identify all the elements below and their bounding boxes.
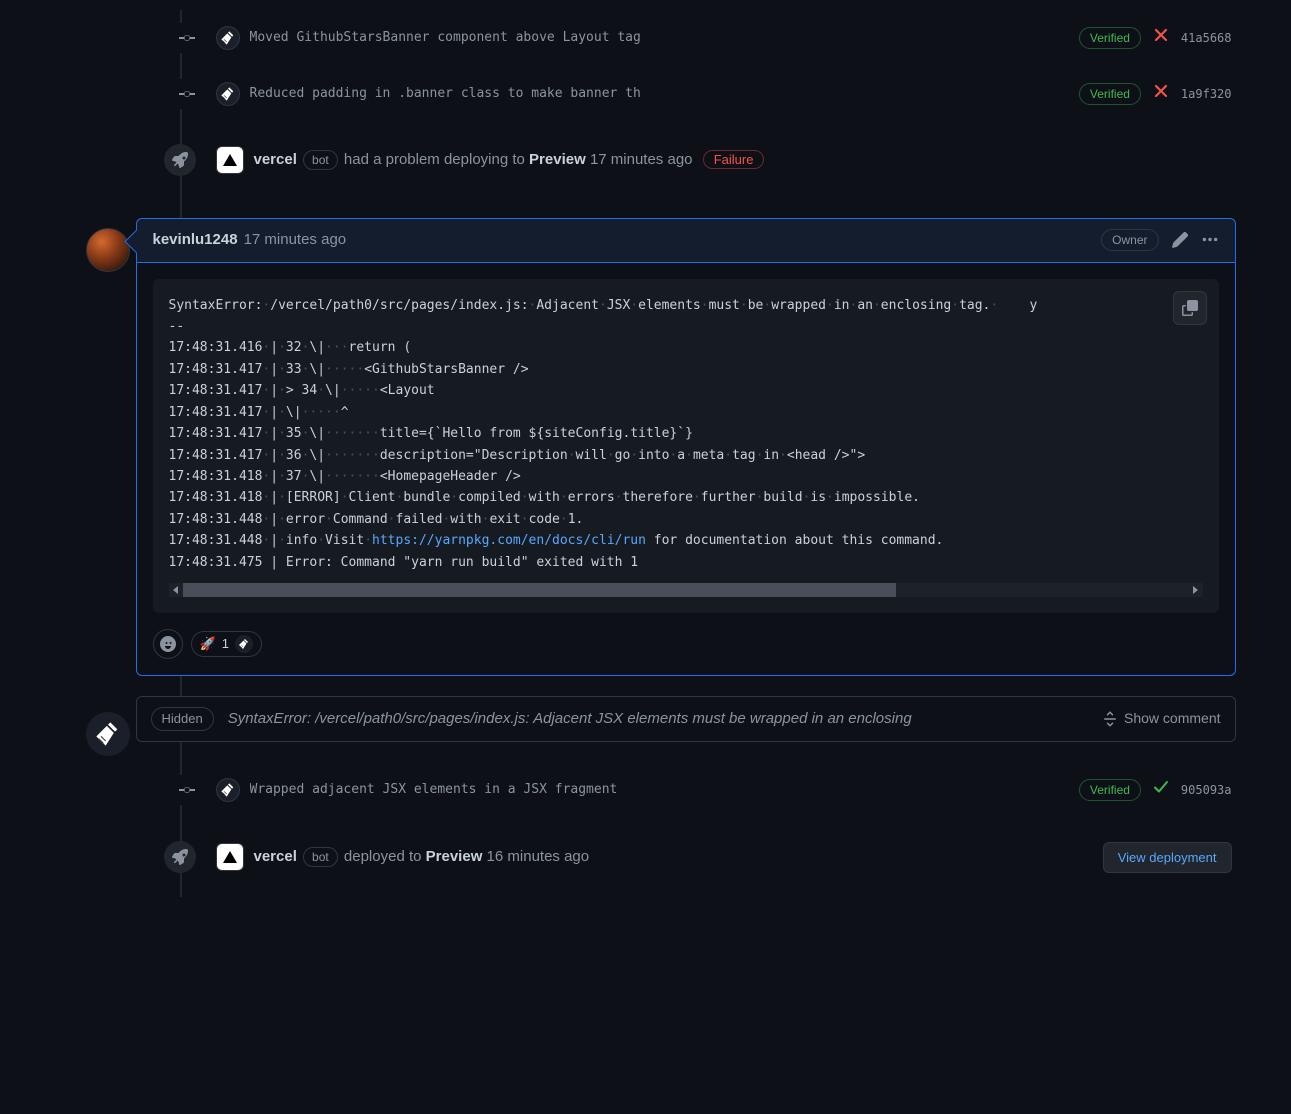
copy-button[interactable] — [1173, 291, 1207, 325]
status-fail-icon[interactable] — [1153, 27, 1169, 49]
edit-icon[interactable] — [1171, 231, 1189, 249]
commit-sha[interactable]: 41a5668 — [1181, 29, 1232, 47]
add-reaction-button[interactable] — [153, 629, 183, 659]
rocket-icon — [164, 841, 196, 873]
vercel-avatar[interactable] — [216, 843, 244, 871]
failure-label: Failure — [703, 150, 765, 169]
verified-badge[interactable]: Verified — [1079, 27, 1141, 49]
rocket-icon — [164, 144, 196, 176]
deploy-event-fail: vercel bot had a problem deploying to Pr… — [164, 122, 1236, 198]
deploy-ok-text: vercel bot deployed to Preview 16 minute… — [254, 846, 590, 869]
code-block: SyntaxError:·/vercel/path0/src/pages/ind… — [153, 279, 1219, 614]
kebab-icon[interactable] — [1201, 231, 1219, 249]
view-deployment-button[interactable]: View deployment — [1103, 842, 1232, 874]
reaction-count: 1 — [222, 634, 229, 654]
commit-icon — [172, 23, 202, 53]
reaction-rocket[interactable]: 🚀 1 — [191, 631, 262, 657]
author-avatar[interactable] — [216, 26, 240, 50]
comment-author-link[interactable]: kevinlu1248 — [153, 229, 238, 252]
comment-card: kevinlu1248 17 minutes ago Owner SyntaxE… — [136, 218, 1236, 676]
comment-header: kevinlu1248 17 minutes ago Owner — [137, 219, 1235, 263]
commit-icon — [172, 775, 202, 805]
commit-icon — [172, 79, 202, 109]
vercel-avatar[interactable] — [216, 146, 244, 174]
commit-message[interactable]: Wrapped adjacent JSX elements in a JSX f… — [250, 780, 618, 800]
deploy-event-success: vercel bot deployed to Preview 16 minute… — [164, 818, 1236, 898]
verified-badge[interactable]: Verified — [1079, 779, 1141, 801]
comment-body: SyntaxError:·/vercel/path0/src/pages/ind… — [137, 263, 1235, 630]
author-avatar[interactable] — [216, 82, 240, 106]
commit-message[interactable]: Moved GithubStarsBanner component above … — [250, 28, 641, 48]
deploy-fail-text: vercel bot had a problem deploying to Pr… — [254, 149, 765, 172]
horizontal-scrollbar[interactable] — [169, 583, 1203, 597]
yarn-docs-link[interactable]: https://yarnpkg.com/en/docs/cli/run — [372, 533, 646, 548]
hidden-comment-row: Hidden SyntaxError: /vercel/path0/src/pa… — [136, 696, 1236, 742]
reactions-bar: 🚀 1 — [137, 629, 1235, 675]
timeline: Moved GithubStarsBanner component above … — [156, 10, 1236, 897]
unfold-icon — [1102, 711, 1118, 727]
verified-badge[interactable]: Verified — [1079, 83, 1141, 105]
bot-badge: bot — [303, 847, 338, 867]
commit-row: Reduced padding in .banner class to make… — [164, 66, 1236, 122]
rocket-emoji: 🚀 — [200, 634, 216, 654]
commit-sha[interactable]: 905093a — [1181, 781, 1232, 799]
commit-row: Moved GithubStarsBanner component above … — [164, 10, 1236, 66]
owner-badge: Owner — [1101, 229, 1158, 251]
show-comment-button[interactable]: Show comment — [1102, 708, 1220, 729]
commit-row: Wrapped adjacent JSX elements in a JSX f… — [164, 762, 1236, 818]
status-pass-icon[interactable] — [1153, 779, 1169, 801]
actor-link[interactable]: vercel — [254, 151, 297, 168]
actor-link[interactable]: vercel — [254, 848, 297, 865]
reactor-avatar — [235, 635, 253, 653]
hidden-badge: Hidden — [151, 707, 214, 731]
status-fail-icon[interactable] — [1153, 83, 1169, 105]
commit-message[interactable]: Reduced padding in .banner class to make… — [250, 84, 641, 104]
comment-author-avatar[interactable] — [86, 228, 130, 272]
bot-badge: bot — [303, 150, 338, 170]
author-avatar[interactable] — [216, 778, 240, 802]
comment-timestamp[interactable]: 17 minutes ago — [244, 229, 347, 252]
hidden-author-avatar[interactable] — [86, 712, 130, 756]
commit-sha[interactable]: 1a9f320 — [1181, 85, 1232, 103]
hidden-preview: SyntaxError: /vercel/path0/src/pages/ind… — [228, 708, 1088, 731]
